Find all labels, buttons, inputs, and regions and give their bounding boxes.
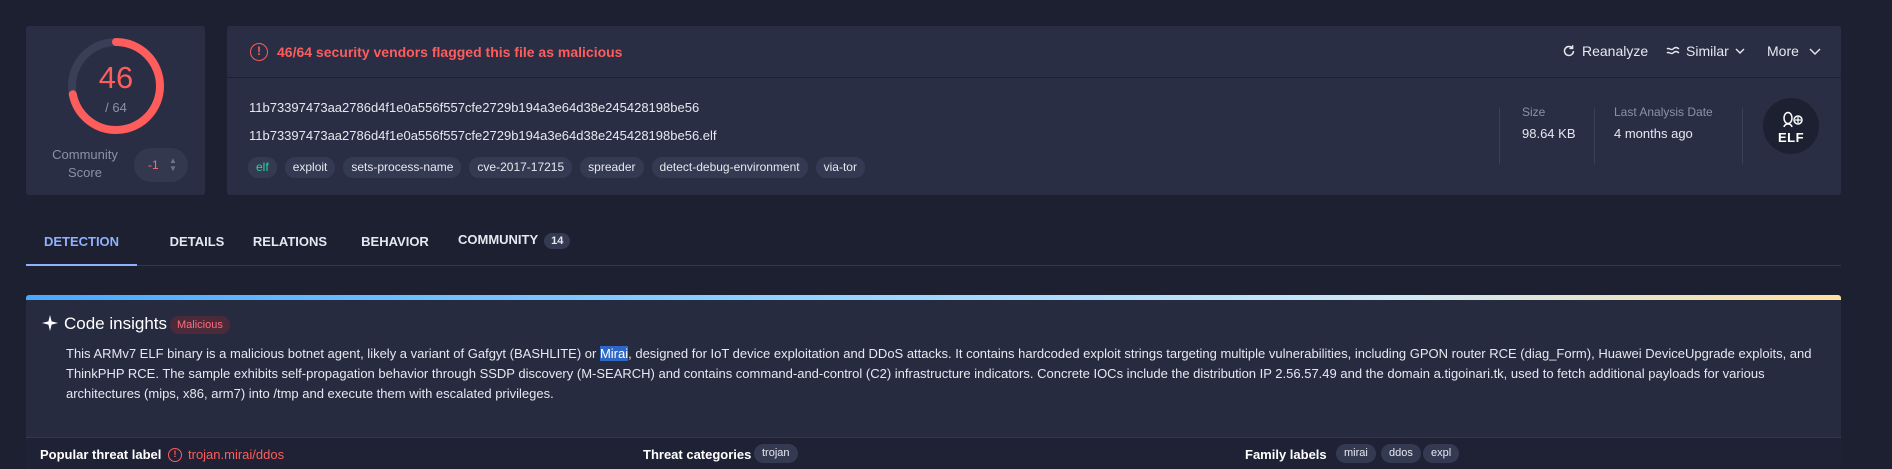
insights-gradient-bar <box>26 295 1841 300</box>
tag[interactable]: sets-process-name <box>343 157 462 178</box>
similar-icon <box>1666 46 1680 55</box>
tab-label: DETAILS <box>169 234 225 249</box>
threat-labels-row <box>26 437 1841 469</box>
size-value: 98.64 KB <box>1522 126 1576 141</box>
divider <box>1594 108 1595 164</box>
alert-icon: ! <box>250 43 268 61</box>
family-chip[interactable]: expl <box>1423 444 1460 463</box>
alert-icon: ! <box>168 448 182 462</box>
insights-title: Code insights <box>64 314 168 333</box>
family-chip[interactable]: mirai <box>1336 444 1376 463</box>
size-label: Size <box>1522 105 1546 119</box>
tab-label: COMMUNITY <box>458 232 539 247</box>
community-score-control[interactable]: -1 ▲ ▼ <box>134 148 188 182</box>
linux-penguin-icon <box>1783 111 1803 128</box>
insights-description: This ARMv7 ELF binary is a malicious bot… <box>66 344 1826 404</box>
divider <box>1742 108 1743 164</box>
tag[interactable]: exploit <box>284 157 336 178</box>
vote-arrows[interactable]: ▲ ▼ <box>168 157 178 173</box>
community-count-badge: 14 <box>544 233 571 249</box>
last-analysis-value: 4 months ago <box>1614 126 1693 141</box>
refresh-icon <box>1563 45 1575 57</box>
tag[interactable]: elf <box>248 157 277 178</box>
chevron-down-icon <box>1735 48 1745 54</box>
community-score-value: -1 <box>148 158 159 172</box>
tab-behavior[interactable]: BEHAVIOR <box>350 222 440 266</box>
elf-file-icon: ELF <box>1763 98 1819 154</box>
tab-relations[interactable]: RELATIONS <box>245 222 335 266</box>
detection-count: 46 <box>98 60 134 95</box>
popular-threat-label: Popular threat label <box>40 447 162 462</box>
last-analysis-label: Last Analysis Date <box>1614 105 1713 119</box>
tag-list: elf exploit sets-process-name cve-2017-1… <box>248 157 865 178</box>
threat-categories-label: Threat categories <box>643 447 752 462</box>
detection-score-card: 46 / 64 Community Score -1 ▲ ▼ <box>26 26 205 195</box>
tag[interactable]: spreader <box>580 157 644 178</box>
file-type-label: ELF <box>1777 130 1805 145</box>
similar-button[interactable]: Similar <box>1666 43 1745 59</box>
malicious-badge: Malicious <box>170 316 230 334</box>
family-labels-label: Family labels <box>1245 447 1327 462</box>
reanalyze-label: Reanalyze <box>1582 43 1649 59</box>
tab-bar: DETECTION DETAILS RELATIONS BEHAVIOR COM… <box>26 222 1841 266</box>
tab-label: RELATIONS <box>252 234 328 249</box>
downvote-icon[interactable]: ▼ <box>169 165 177 173</box>
tab-label: BEHAVIOR <box>361 234 429 249</box>
tab-label: DETECTION <box>43 234 120 249</box>
file-summary-card: ! 46/64 security vendors flagged this fi… <box>227 26 1841 195</box>
tab-detection[interactable]: DETECTION <box>26 222 137 266</box>
malicious-flag-text: 46/64 security vendors flagged this file… <box>277 44 623 60</box>
tab-details[interactable]: DETAILS <box>157 222 237 266</box>
similar-label: Similar <box>1686 43 1729 59</box>
category-chip[interactable]: trojan <box>754 444 798 463</box>
chevron-down-icon <box>1809 48 1821 55</box>
popular-threat-value[interactable]: trojan.mirai/ddos <box>188 447 284 462</box>
highlighted-text: Mirai <box>599 346 629 361</box>
file-name: 11b73397473aa2786d4f1e0a556f557cfe2729b1… <box>249 128 717 143</box>
reanalyze-button[interactable]: Reanalyze <box>1562 43 1648 59</box>
more-button[interactable]: More <box>1767 43 1821 59</box>
detection-total: / 64 <box>105 100 127 115</box>
tag[interactable]: cve-2017-17215 <box>469 157 573 178</box>
community-score-label: Community Score <box>52 147 118 180</box>
more-label: More <box>1767 43 1799 59</box>
file-hash[interactable]: 11b73397473aa2786d4f1e0a556f557cfe2729b1… <box>249 100 699 115</box>
sparkle-icon <box>42 315 58 331</box>
insights-text: This ARMv7 ELF binary is a malicious bot… <box>66 346 600 361</box>
tag[interactable]: via-tor <box>815 157 865 178</box>
flag-bar: ! 46/64 security vendors flagged this fi… <box>227 26 1841 78</box>
tab-community[interactable]: COMMUNITY 14 <box>458 222 608 266</box>
code-insights-panel: Code insights Malicious This ARMv7 ELF b… <box>26 295 1841 469</box>
divider <box>1499 108 1500 164</box>
family-chip[interactable]: ddos <box>1381 444 1421 463</box>
tag[interactable]: detect-debug-environment <box>651 157 808 178</box>
